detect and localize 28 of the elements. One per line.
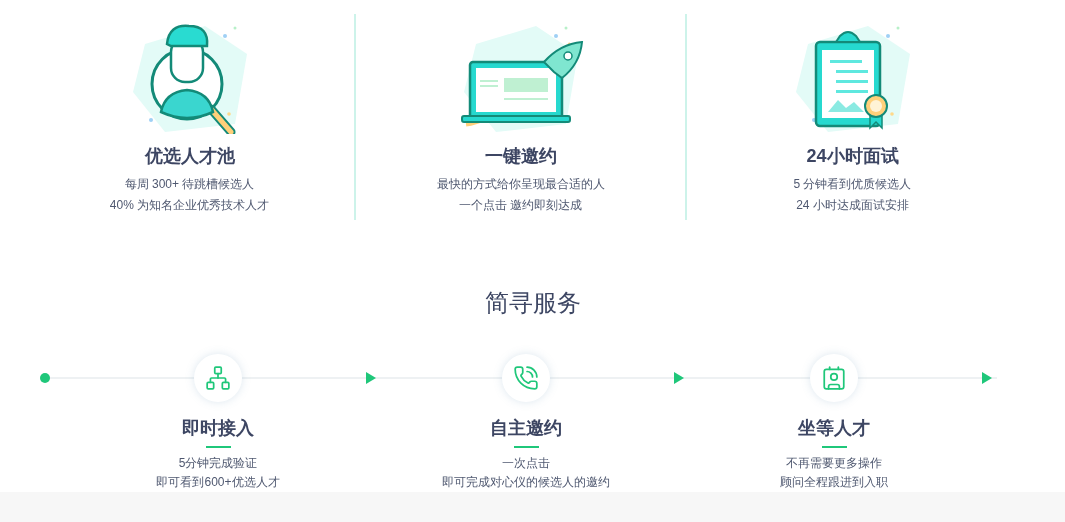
step-description: 顾问全程跟进到入职 [780, 474, 888, 491]
step-description: 5分钟完成验证 [178, 455, 258, 472]
arrow-icon [982, 372, 992, 384]
feature-description: 24 小时达成面试安排 [796, 197, 909, 214]
title-underline [821, 446, 847, 448]
feature-title: 优选人才池 [144, 145, 235, 168]
contact-card-icon [821, 365, 847, 391]
feature-title: 24小时面试 [806, 145, 899, 168]
feature-description: 一个点击 邀约即刻达成 [458, 197, 583, 214]
title-underline [205, 446, 231, 448]
step-description: 即可完成对心仪的候选人的邀约 [442, 474, 610, 491]
feature-description: 最快的方式给你呈现最合适的人 [436, 176, 605, 193]
step-description: 不再需要更多操作 [786, 455, 882, 472]
step-title: 即时接入 [182, 417, 254, 440]
step-description: 一次点击 [502, 455, 550, 472]
step-title: 坐等人才 [798, 417, 870, 440]
step-title: 自主邀约 [490, 417, 562, 440]
phone-call-icon [513, 365, 539, 391]
feature-description: 每周 300+ 待跳槽候选人 [124, 176, 255, 193]
sitemap-icon [205, 365, 231, 391]
step-description: 即可看到600+优选人才 [156, 474, 280, 491]
feature-title: 一键邀约 [484, 145, 557, 168]
arrow-icon [366, 372, 376, 384]
feature-description: 40% 为知名企业优秀技术人才 [109, 197, 270, 214]
arrow-icon [674, 372, 684, 384]
section-title: 简寻服务 [483, 288, 582, 318]
feature-description: 5 分钟看到优质候选人 [793, 176, 912, 193]
title-underline [513, 446, 539, 448]
